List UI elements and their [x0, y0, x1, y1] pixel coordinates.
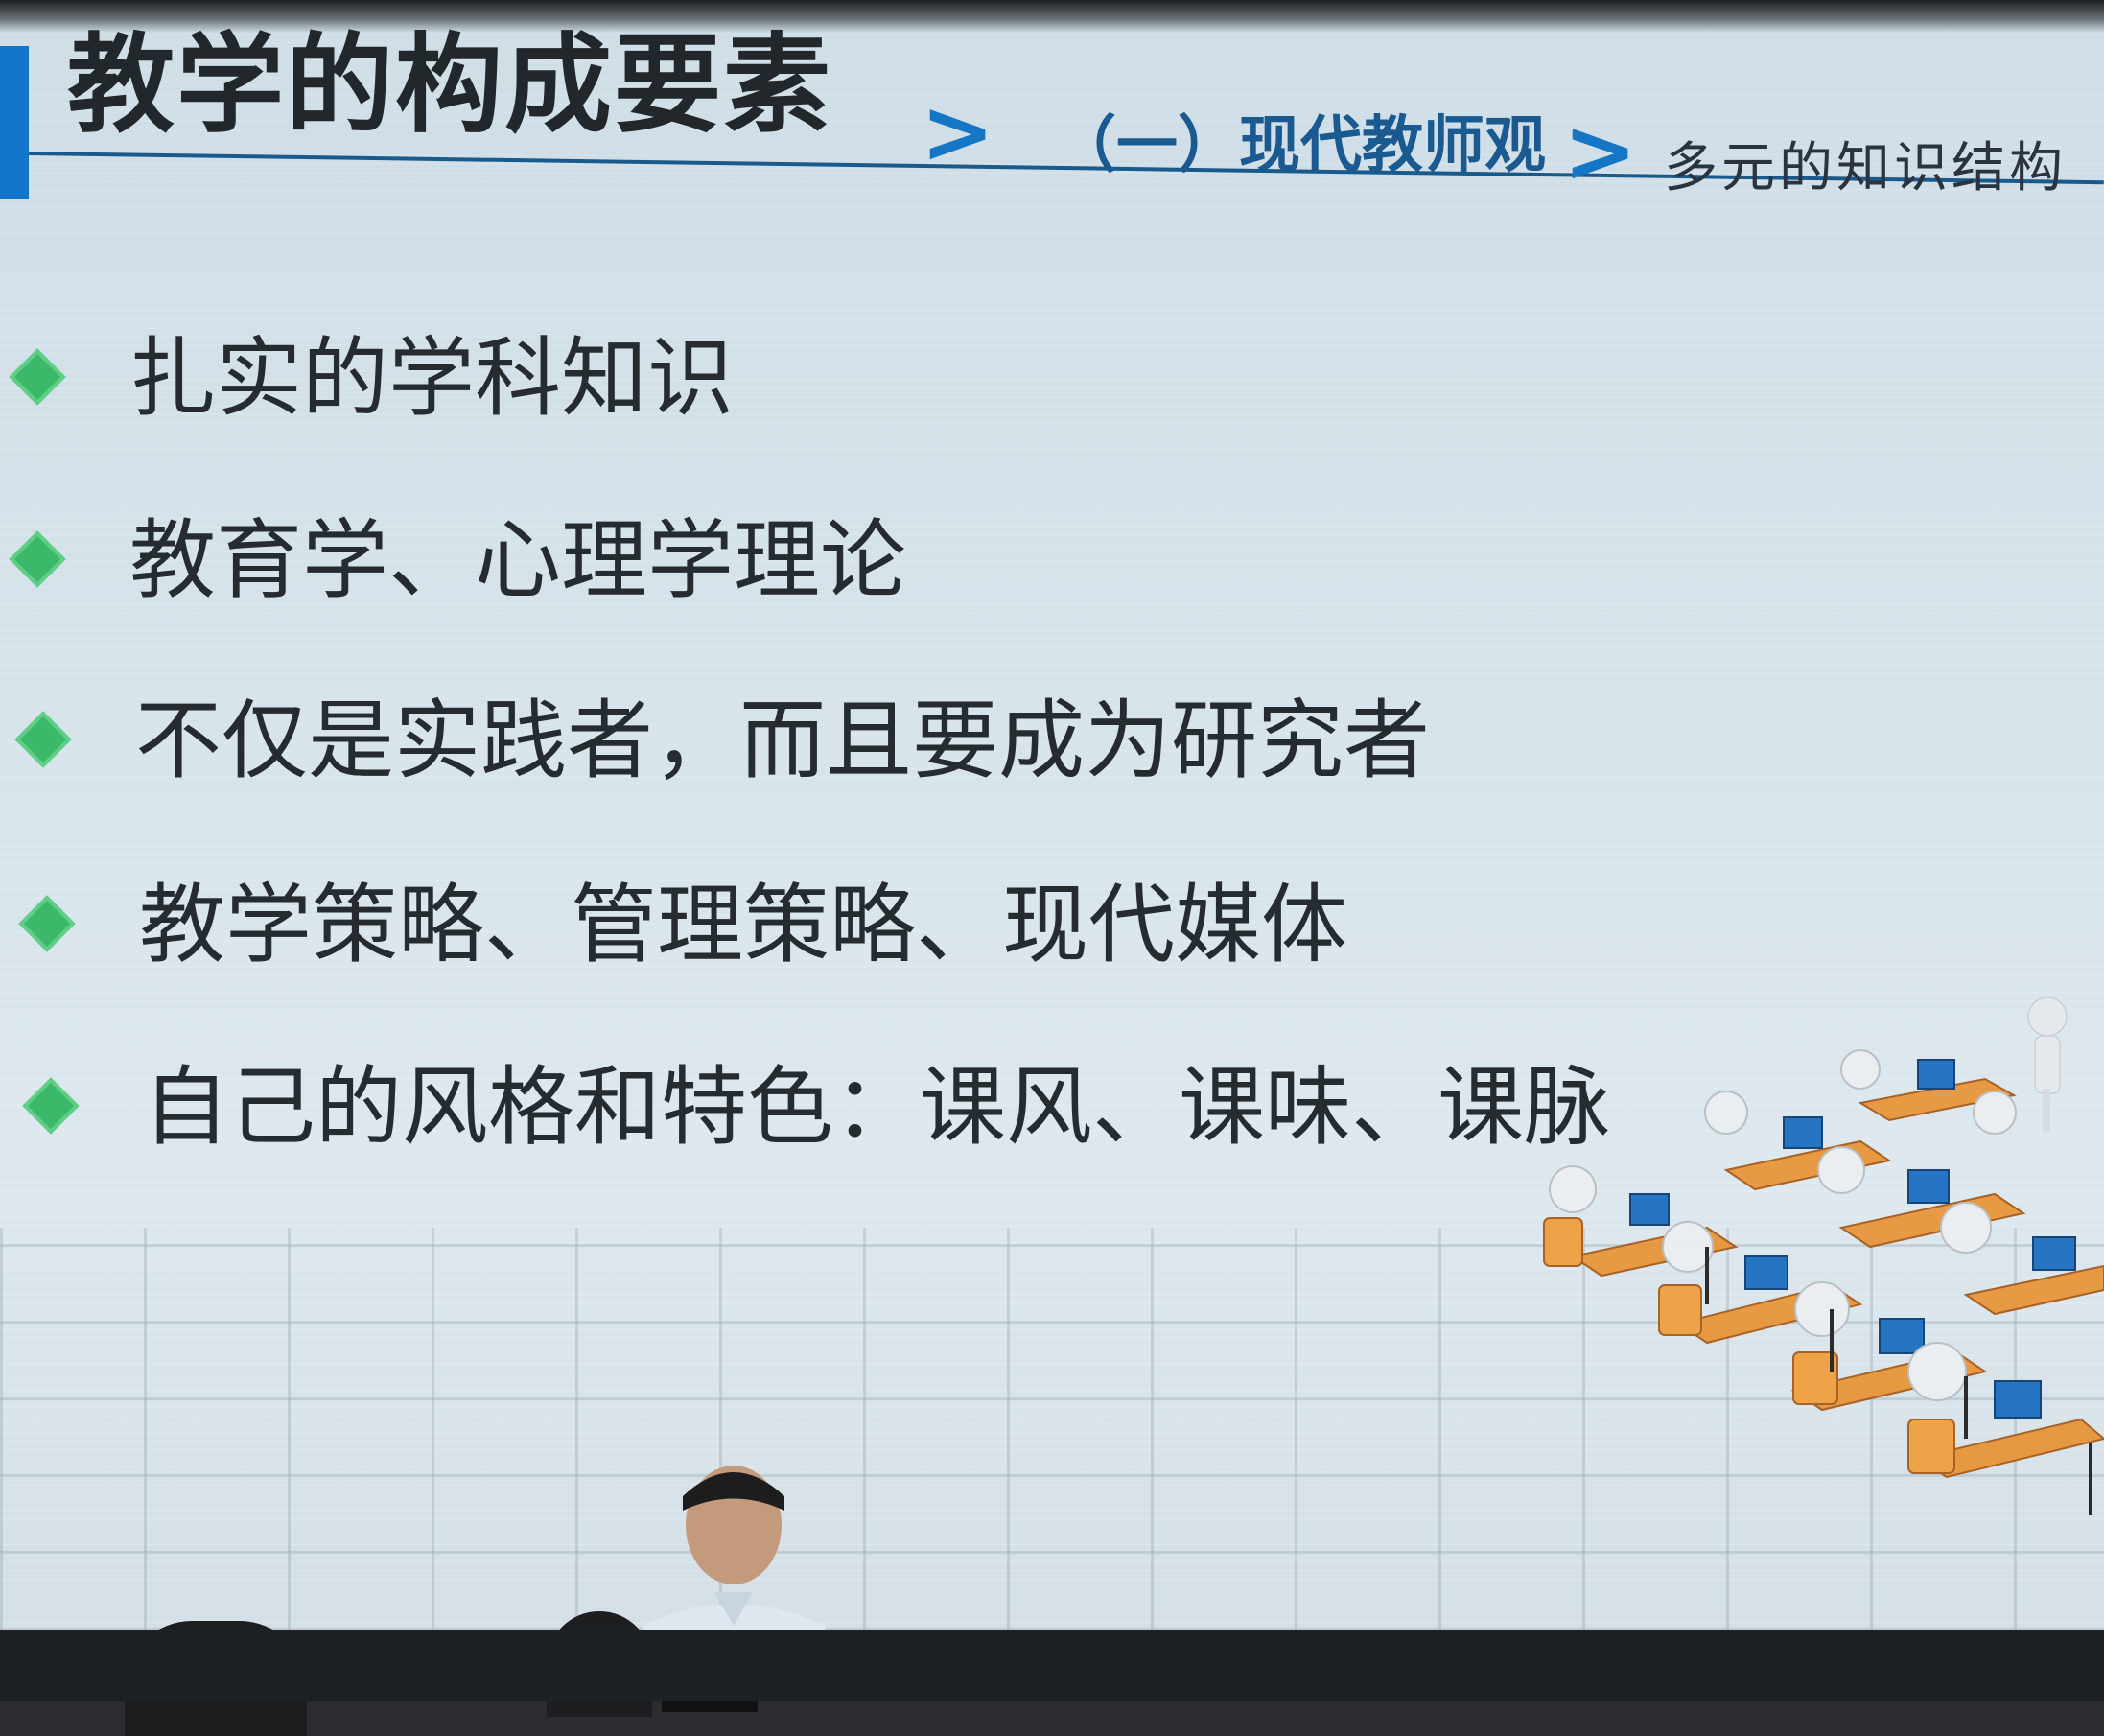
bullet-text: 教育学、心理学理论	[129, 510, 906, 611]
projected-slide: 教学的构成要素 > （一）现代教师观 > 多元的知识结构 扎实的学科知识 教育学…	[0, 0, 2104, 1701]
breadcrumb-section: （一）现代教师观	[1055, 110, 1546, 181]
bullet-text: 不仅是实践者，而且要成为研究者	[135, 691, 1430, 791]
bullet-text: 自己的风格和特色：课风、课味、课脉	[143, 1057, 1610, 1158]
diamond-bullet-icon	[22, 1077, 80, 1135]
breadcrumb-subsection: 多元的知识结构	[1664, 137, 2067, 199]
diamond-bullet-icon	[9, 348, 66, 406]
chevron-right-icon: >	[1563, 100, 1638, 202]
bullet-text: 教学策略、管理策略、现代媒体	[139, 875, 1347, 975]
title-accent-bar	[0, 46, 29, 199]
chevron-right-icon: >	[921, 81, 995, 183]
diamond-bullet-icon	[14, 711, 72, 768]
classroom-illustration	[1543, 997, 2104, 1515]
stage-bottom	[0, 1630, 2104, 1701]
bullet-text: 扎实的学科知识	[129, 328, 734, 429]
diamond-bullet-icon	[18, 895, 76, 952]
slide-title: 教学的构成要素	[67, 23, 832, 148]
diamond-bullet-icon	[9, 530, 66, 588]
